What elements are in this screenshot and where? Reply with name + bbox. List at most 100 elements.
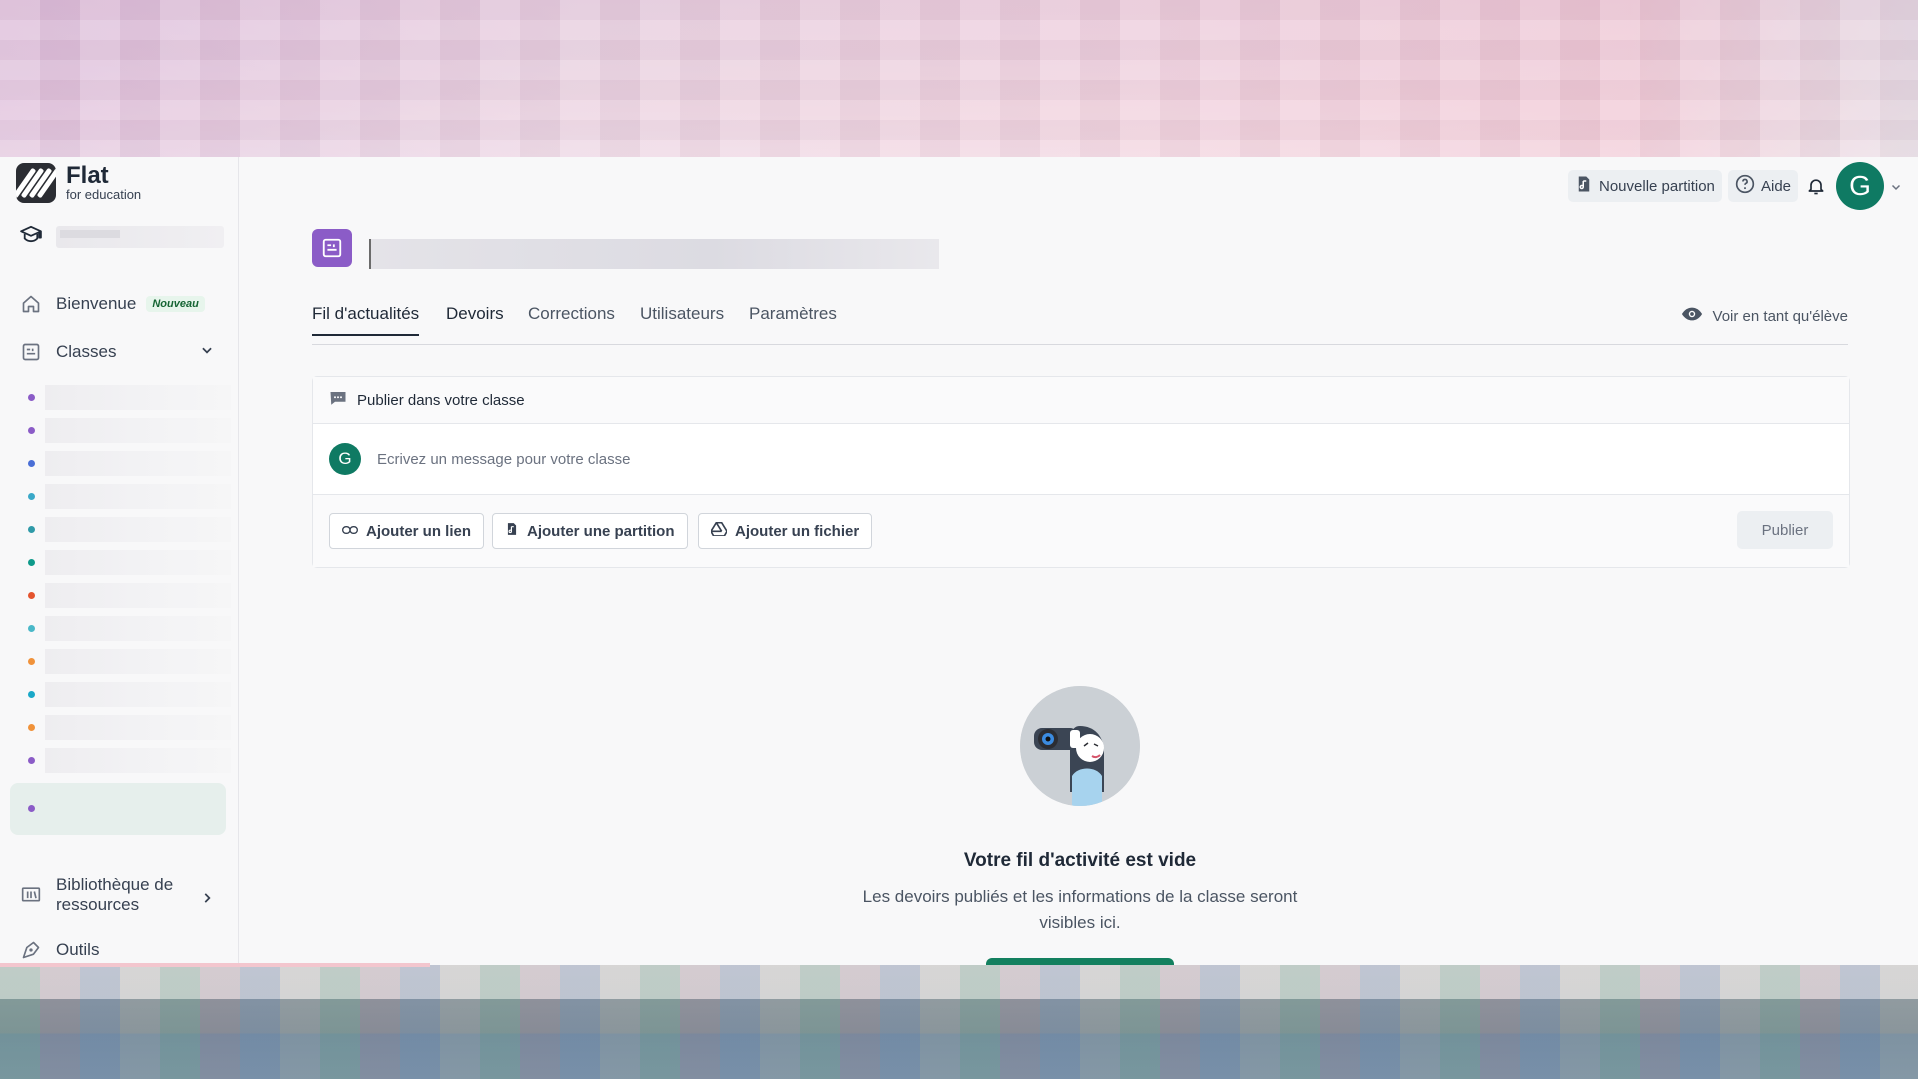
brand-subtitle: for education: [66, 187, 142, 202]
sidebar-class-item[interactable]: [10, 711, 231, 744]
message-placeholder: Ecrivez un message pour votre classe: [377, 450, 631, 468]
graduation-cap-icon: [20, 225, 42, 248]
class-name-redacted: [45, 682, 231, 707]
message-icon: [329, 390, 347, 410]
add-link-button[interactable]: Ajouter un lien: [329, 513, 484, 549]
message-input[interactable]: G Ecrivez un message pour votre classe: [313, 424, 1849, 495]
class-name-redacted: [45, 583, 231, 608]
class-name-redacted: [45, 649, 231, 674]
blurred-strip: [0, 963, 430, 967]
composer-heading: Publier dans votre classe: [357, 391, 525, 409]
class-color-dot: [28, 691, 35, 698]
blurred-top-region: [0, 0, 1918, 157]
tab-corrections[interactable]: Corrections: [528, 304, 615, 334]
flat-logo[interactable]: Flat for education: [16, 163, 141, 203]
sidebar-class-item[interactable]: [10, 381, 231, 414]
sidebar-class-item[interactable]: [10, 612, 231, 645]
sidebar: Flat for education Bienvenue Nouveau Cla…: [0, 157, 239, 965]
tab-settings[interactable]: Paramètres: [749, 304, 837, 334]
class-color-dot: [28, 805, 35, 812]
empty-state-description: Les devoirs publiés et les informations …: [862, 887, 1298, 932]
publish-button[interactable]: Publier: [1737, 511, 1833, 549]
sidebar-item-welcome[interactable]: Bienvenue Nouveau: [20, 293, 205, 315]
class-color-dot: [28, 757, 35, 764]
view-as-student-link[interactable]: Voir en tant qu'élève: [1681, 306, 1848, 326]
add-link-label: Ajouter un lien: [366, 522, 471, 540]
tab-feed[interactable]: Fil d'actualités: [312, 304, 420, 336]
google-drive-icon: [710, 521, 728, 540]
class-color-dot: [28, 724, 35, 731]
sidebar-item-label: ressources: [56, 895, 140, 914]
binoculars-illustration: [1020, 686, 1140, 806]
class-color-dot: [28, 460, 35, 467]
sidebar-item-label: Bibliothèque de: [56, 875, 174, 894]
class-name-redacted: [45, 418, 231, 443]
sidebar-class-item[interactable]: [10, 414, 231, 447]
link-icon: [342, 523, 358, 540]
help-button[interactable]: Aide: [1728, 170, 1799, 202]
sidebar-class-item[interactable]: [10, 480, 231, 513]
class-color-dot: [28, 592, 35, 599]
user-avatar[interactable]: G: [1836, 162, 1884, 210]
class-color-dot: [28, 493, 35, 500]
eye-icon: [1681, 306, 1703, 326]
chevron-down-icon[interactable]: [1890, 180, 1902, 198]
new-score-button[interactable]: Nouvelle partition: [1568, 170, 1722, 202]
chevron-right-icon[interactable]: [200, 891, 214, 910]
sidebar-class-item[interactable]: [10, 546, 231, 579]
sidebar-class-item[interactable]: [10, 645, 231, 678]
notification-bell-icon[interactable]: [1806, 176, 1826, 201]
sidebar-item-label: Classes: [56, 342, 117, 361]
add-score-button[interactable]: Ajouter une partition: [492, 513, 688, 549]
sidebar-class-item[interactable]: [10, 579, 231, 612]
composer-actions: Ajouter un lien Ajouter une partition Aj…: [313, 495, 1849, 567]
composer-header: Publier dans votre classe: [313, 377, 1849, 424]
sidebar-item-classes[interactable]: Classes: [20, 341, 220, 363]
school-name-redacted: [56, 225, 224, 248]
sidebar-item-library[interactable]: Bibliothèque de ressources: [20, 875, 173, 915]
class-color-dot: [28, 394, 35, 401]
class-name-redacted: [45, 385, 231, 410]
school-selector[interactable]: [20, 225, 224, 248]
sidebar-class-item[interactable]: [10, 783, 226, 835]
class-color-dot: [28, 559, 35, 566]
tab-assignments[interactable]: Devoirs: [446, 304, 504, 334]
new-score-label: Nouvelle partition: [1599, 177, 1715, 195]
class-name-redacted: [45, 484, 231, 509]
class-name-redacted: [45, 748, 231, 773]
add-file-label: Ajouter un fichier: [735, 522, 860, 540]
blurred-bottom-region: [0, 965, 1918, 1079]
sidebar-class-item[interactable]: [10, 447, 231, 480]
pen-tool-icon: [20, 939, 42, 961]
add-file-button[interactable]: Ajouter un fichier: [698, 513, 873, 549]
sidebar-item-tools[interactable]: Outils: [20, 939, 99, 961]
class-board-icon: [20, 341, 42, 363]
class-color-dot: [28, 658, 35, 665]
chevron-down-icon[interactable]: [200, 343, 214, 362]
class-color-dot: [28, 427, 35, 434]
sidebar-item-label: Bienvenue: [56, 294, 137, 313]
sidebar-class-item[interactable]: [10, 678, 231, 711]
post-composer: Publier dans votre classe G Ecrivez un m…: [312, 376, 1850, 568]
class-name-redacted: [45, 517, 231, 542]
class-name-redacted: [45, 616, 231, 641]
class-list: [10, 381, 231, 835]
new-badge: Nouveau: [146, 296, 205, 312]
class-color-dot: [28, 625, 35, 632]
class-title-redacted[interactable]: [369, 239, 939, 269]
class-color-dot: [28, 526, 35, 533]
tab-users[interactable]: Utilisateurs: [640, 304, 724, 334]
sidebar-class-item[interactable]: [10, 513, 231, 546]
sidebar-class-item[interactable]: [10, 744, 231, 777]
music-file-icon: [1575, 174, 1593, 198]
sidebar-item-label: Outils: [56, 940, 100, 959]
add-score-label: Ajouter une partition: [527, 522, 675, 540]
library-icon: [20, 883, 42, 905]
view-as-student-label: Voir en tant qu'élève: [1712, 307, 1848, 325]
class-name-redacted: [45, 550, 231, 575]
home-icon: [20, 293, 42, 315]
brand-name: Flat: [66, 162, 109, 189]
empty-state-title: Votre fil d'activité est vide: [963, 850, 1197, 871]
help-label: Aide: [1761, 177, 1792, 195]
help-circle-icon: [1735, 174, 1755, 198]
